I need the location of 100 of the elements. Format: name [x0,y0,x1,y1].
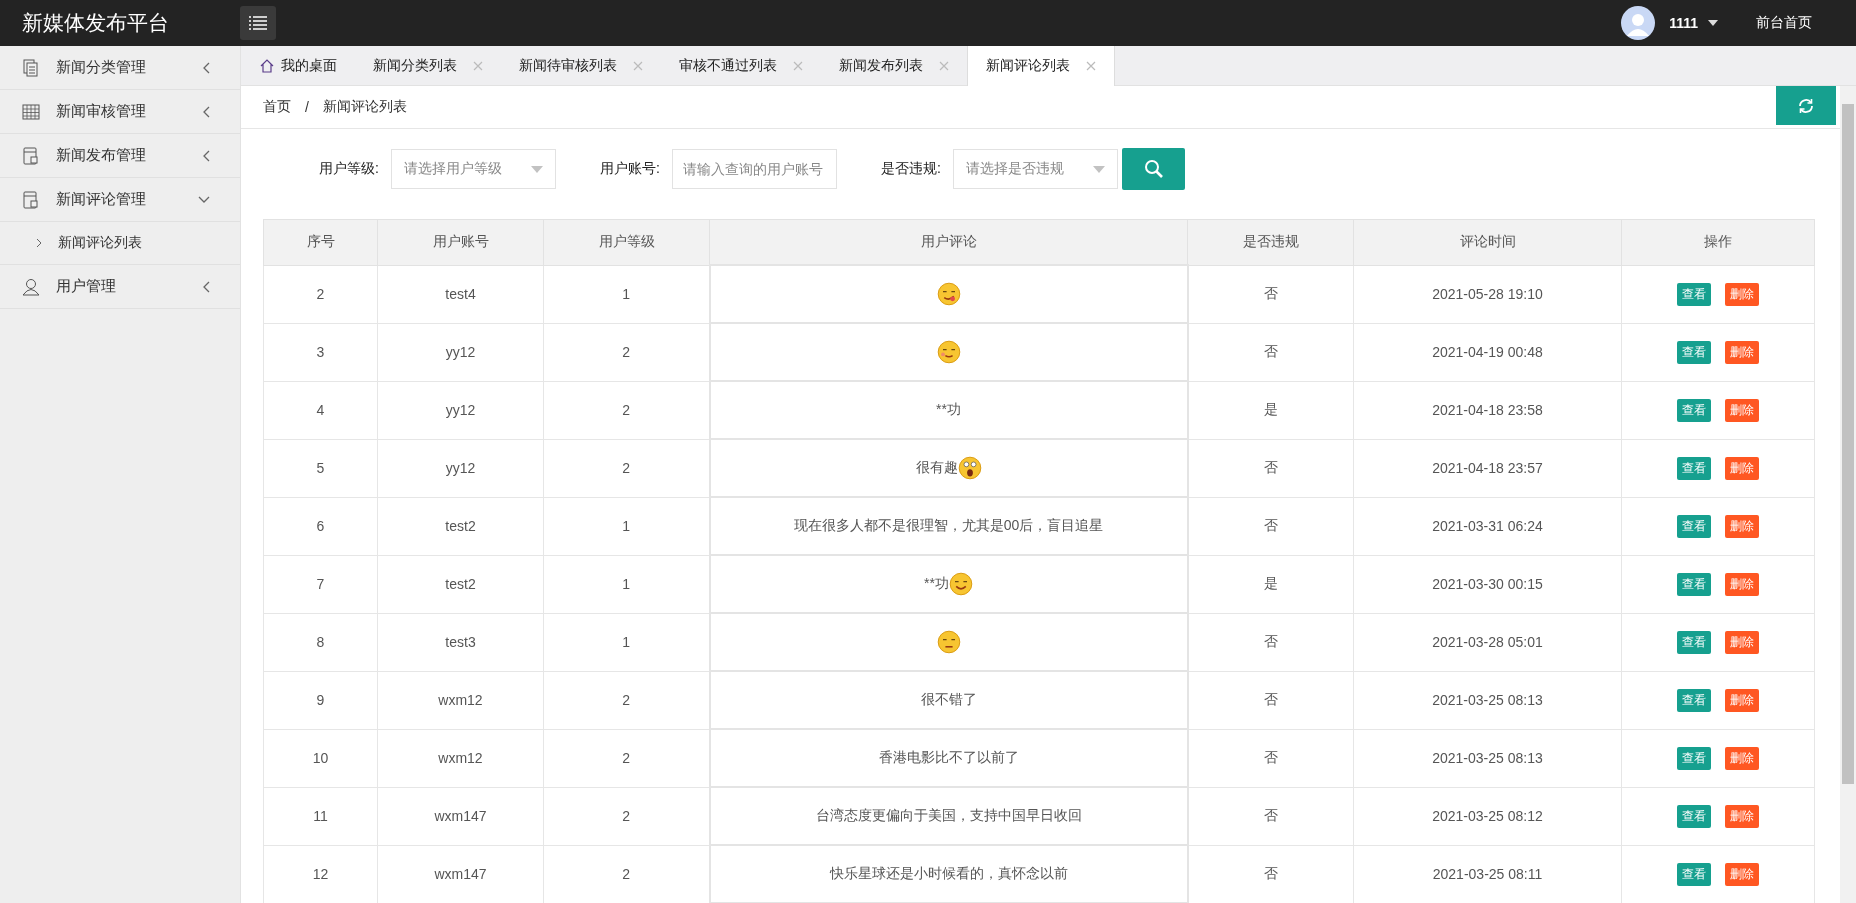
table-cell: 否 [1187,265,1354,323]
emoji-icon [936,340,961,364]
delete-button[interactable]: 删除 [1725,398,1759,422]
sidebar-item[interactable]: 新闻分类管理 [0,46,240,90]
table-cell: 否 [1187,323,1354,381]
table-cell: 2021-05-28 19:10 [1353,265,1622,323]
column-header: 用户等级 [543,219,710,265]
delete-button[interactable]: 删除 [1725,630,1759,654]
tab[interactable]: 新闻分类列表 [355,46,501,85]
view-button[interactable]: 查看 [1677,630,1711,654]
app-title: 新媒体发布平台 [22,10,170,36]
table-cell: test4 [377,265,544,323]
comment-text: 台湾态度更偏向于美国，支持中国早日收回 [815,807,1082,823]
document-icon [22,58,40,77]
home-link[interactable]: 前台首页 [1756,14,1812,32]
table-cell: 否 [1187,729,1354,787]
table-cell: 5 [263,439,378,497]
sidebar-item[interactable]: 新闻发布管理 [0,134,240,178]
table-cell: yy12 [377,381,544,439]
avatar[interactable] [1621,6,1656,40]
tab[interactable]: 新闻待审核列表 [501,46,661,85]
delete-button[interactable]: 删除 [1725,862,1759,886]
view-button[interactable]: 查看 [1677,514,1711,538]
tab[interactable]: 新闻评论列表 [967,46,1115,86]
refresh-icon [1797,96,1815,115]
close-icon[interactable] [1086,61,1096,71]
sidebar-subitem[interactable]: 新闻评论列表 [0,222,240,265]
scrollbar[interactable] [1840,86,1856,903]
tab[interactable]: 审核不通过列表 [661,46,821,85]
breadcrumb-item[interactable]: 首页 [263,98,291,116]
comment-text: 香港电影比不了以前了 [878,749,1019,765]
table-cell: test2 [377,555,544,613]
sidebar-item[interactable]: 用户管理 [0,265,240,309]
table-cell: test2 [377,497,544,555]
sidebar-item[interactable]: 新闻审核管理 [0,90,240,134]
user-icon [22,277,40,296]
delete-button[interactable]: 删除 [1725,688,1759,712]
view-button[interactable]: 查看 [1677,746,1711,770]
delete-button[interactable]: 删除 [1725,514,1759,538]
search-icon [1143,159,1164,179]
delete-button[interactable]: 删除 [1725,746,1759,770]
tab[interactable]: 我的桌面 [241,46,355,85]
view-button[interactable]: 查看 [1677,804,1711,828]
column-header: 是否违规 [1187,219,1354,265]
table-cell: 否 [1187,787,1354,845]
close-icon[interactable] [633,60,643,71]
breadcrumb-item[interactable]: 新闻评论列表 [322,98,407,116]
close-icon[interactable] [473,60,483,71]
caret-icon[interactable] [1708,20,1718,26]
menu-button[interactable] [240,6,276,40]
view-button[interactable]: 查看 [1677,398,1711,422]
table-cell: 否 [1187,613,1354,671]
dropdown-arrow-icon [1093,165,1105,173]
table-cell: wxm12 [377,671,544,729]
table-cell: 2021-03-25 08:12 [1353,787,1622,845]
close-icon[interactable] [939,60,949,71]
table-cell: 4 [263,381,378,439]
comment-text: 现在很多人都不是很理智，尤其是00后，盲目追星 [793,517,1104,533]
close-icon[interactable] [793,60,803,71]
table-cell: 9 [263,671,378,729]
view-button[interactable]: 查看 [1677,862,1711,886]
comment-text: **功 [924,574,949,591]
input-field[interactable]: 请输入查询的用户账号 [672,149,837,189]
table-cell: 10 [263,729,378,787]
user-name[interactable]: 1111 [1669,15,1698,31]
column-header: 用户评论 [709,219,1188,265]
delete-button[interactable]: 删除 [1725,282,1759,306]
sidebar-item[interactable]: 新闻评论管理 [0,178,240,222]
comment-text: **功 [936,401,961,417]
table-cell: 否 [1187,439,1354,497]
view-button[interactable]: 查看 [1677,688,1711,712]
table-cell: 12 [263,845,378,903]
filter-label: 是否违规: [881,160,941,178]
delete-button[interactable]: 删除 [1725,804,1759,828]
table-cell: 是 [1187,555,1354,613]
table-cell: test3 [377,613,544,671]
emoji-icon [948,572,973,596]
select-field[interactable]: 请选择是否违规 [953,149,1118,189]
table-cell: yy12 [377,323,544,381]
select-field[interactable]: 请选择用户等级 [391,149,556,189]
tab[interactable]: 新闻发布列表 [821,46,967,85]
home-icon [259,57,275,74]
delete-button[interactable]: 删除 [1725,340,1759,364]
table-cell: 2021-03-25 08:13 [1353,671,1622,729]
view-button[interactable]: 查看 [1677,340,1711,364]
refresh-button[interactable] [1776,86,1836,125]
view-button[interactable]: 查看 [1677,282,1711,306]
chevron-right-icon [36,238,42,248]
form-icon [22,146,40,165]
search-button[interactable] [1122,148,1185,190]
view-button[interactable]: 查看 [1677,572,1711,596]
column-header: 操作 [1621,219,1815,265]
view-button[interactable]: 查看 [1677,456,1711,480]
table-cell: 2021-03-28 05:01 [1353,613,1622,671]
delete-button[interactable]: 删除 [1725,456,1759,480]
comment-text: 很有趣 [915,458,958,475]
comment-text: 快乐星球还是小时候看的，真怀念以前 [829,865,1068,881]
emoji-icon [936,630,961,654]
table-cell: 2021-04-18 23:57 [1353,439,1622,497]
delete-button[interactable]: 删除 [1725,572,1759,596]
